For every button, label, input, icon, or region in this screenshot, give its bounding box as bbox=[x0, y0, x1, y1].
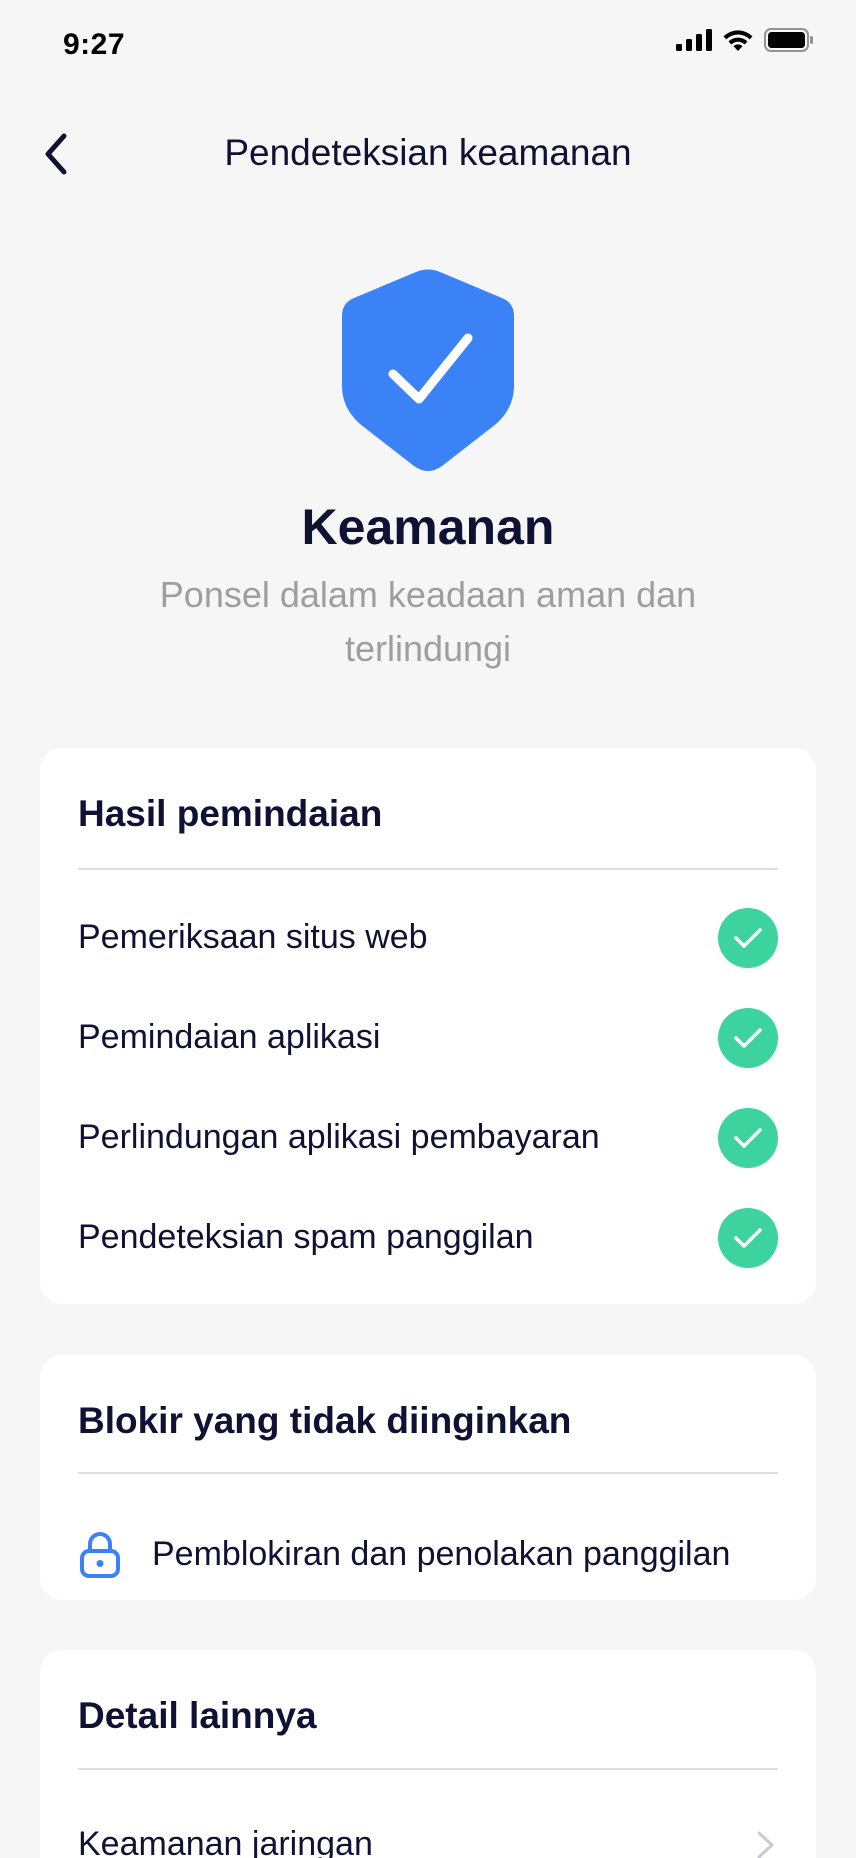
scan-row-website-check: Pemeriksaan situs web bbox=[40, 898, 816, 978]
chevron-right-icon bbox=[757, 1831, 774, 1858]
status-time: 9:27 bbox=[63, 28, 126, 61]
status-subtitle: Ponsel dalam keadaan aman dan terlindung… bbox=[159, 574, 697, 669]
network-security-label: Keamanan jaringan bbox=[78, 1825, 373, 1858]
check-circle-icon bbox=[718, 1008, 778, 1068]
lock-icon bbox=[80, 1532, 120, 1578]
scan-row-spam-call-detection: Pendeteksian spam panggilan bbox=[40, 1198, 816, 1278]
block-unwanted-title: Blokir yang tidak diinginkan bbox=[78, 1400, 572, 1441]
other-details-card: Detail lainnya Keamanan jaringan bbox=[40, 1650, 816, 1858]
call-blocking-label: Pemblokiran dan penolakan panggilan bbox=[152, 1535, 731, 1573]
scan-row-label: Pemindaian aplikasi bbox=[78, 1018, 381, 1056]
network-security-row[interactable]: Keamanan jaringan bbox=[40, 1815, 816, 1858]
other-details-title: Detail lainnya bbox=[78, 1695, 317, 1736]
scan-results-title: Hasil pemindaian bbox=[78, 793, 383, 834]
scan-row-app-scan: Pemindaian aplikasi bbox=[40, 998, 816, 1078]
check-circle-icon bbox=[718, 1108, 778, 1168]
divider bbox=[78, 1472, 778, 1474]
block-unwanted-card: Blokir yang tidak diinginkan Pemblokiran… bbox=[40, 1355, 816, 1600]
scan-row-label: Pendeteksian spam panggilan bbox=[78, 1218, 534, 1256]
scan-row-label: Perlindungan aplikasi pembayaran bbox=[78, 1118, 600, 1156]
divider bbox=[78, 868, 778, 870]
scan-row-payment-protection: Perlindungan aplikasi pembayaran bbox=[40, 1098, 816, 1178]
cellular-signal-icon bbox=[676, 29, 712, 51]
check-circle-icon bbox=[718, 1208, 778, 1268]
wifi-icon bbox=[723, 30, 753, 51]
scan-results-card: Hasil pemindaian Pemeriksaan situs web P… bbox=[40, 748, 816, 1304]
divider bbox=[78, 1768, 778, 1770]
check-circle-icon bbox=[718, 908, 778, 968]
security-detection-screen: 9:27 Pendeteksian keamanan Keamanan Pons… bbox=[0, 0, 856, 1858]
status-icons bbox=[676, 28, 814, 52]
header: Pendeteksian keamanan bbox=[0, 120, 856, 186]
status-title: Keamanan bbox=[301, 499, 555, 555]
status-bar: 9:27 bbox=[0, 0, 856, 90]
page-title: Pendeteksian keamanan bbox=[224, 132, 632, 173]
scan-row-label: Pemeriksaan situs web bbox=[78, 918, 428, 956]
shield-check-icon bbox=[338, 268, 518, 476]
battery-icon bbox=[764, 28, 813, 52]
call-blocking-row[interactable]: Pemblokiran dan penolakan panggilan bbox=[40, 1525, 816, 1585]
